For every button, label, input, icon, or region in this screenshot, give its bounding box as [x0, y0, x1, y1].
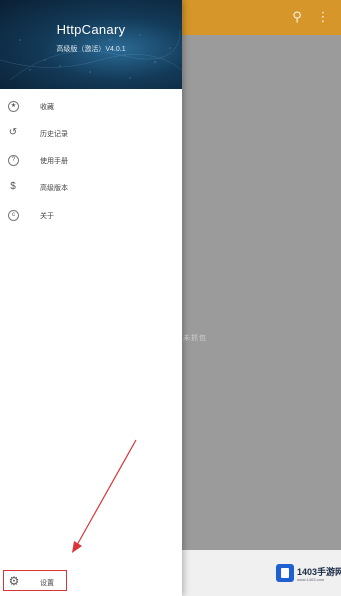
site-logo-icon: [276, 564, 294, 582]
menu-item-label: 高级版本: [40, 185, 68, 192]
dollar-icon: $: [10, 181, 16, 192]
navigation-drawer: HttpCanary 高级版（激活）V4.0.1 ★ 收藏 ↺ 历史记录 ? 使…: [0, 0, 182, 596]
app-title: HttpCanary: [56, 22, 126, 37]
menu-item-label: 使用手册: [40, 158, 68, 165]
gear-icon: ⚙: [8, 574, 20, 588]
menu-item-label: 关于: [40, 213, 54, 220]
menu-item-manual[interactable]: ? 使用手册: [0, 148, 182, 174]
watermark-url: www.1403.com: [297, 577, 325, 582]
empty-state-text: 未抓包: [183, 335, 207, 342]
menu-item-about[interactable]: c 关于: [0, 203, 182, 229]
search-icon[interactable]: ⚲: [288, 8, 306, 26]
copyright-icon: c: [8, 210, 19, 221]
history-icon: ↺: [8, 127, 18, 138]
menu-item-favorites[interactable]: ★ 收藏: [0, 94, 182, 120]
version-subtitle: 高级版（激活）V4.0.1: [56, 46, 126, 53]
more-icon[interactable]: ⋮: [314, 8, 332, 26]
drawer-header: HttpCanary 高级版（激活）V4.0.1: [0, 0, 182, 89]
menu-item-label: 历史记录: [40, 131, 68, 138]
menu-item-history[interactable]: ↺ 历史记录: [0, 121, 182, 147]
settings-button[interactable]: 设置: [40, 578, 54, 588]
help-icon: ?: [8, 155, 19, 166]
menu-item-premium[interactable]: $ 高级版本: [0, 175, 182, 201]
star-icon: ★: [8, 101, 19, 112]
menu-item-label: 收藏: [40, 104, 54, 111]
site-watermark: 1403手游网 www.1403.com: [276, 560, 341, 586]
